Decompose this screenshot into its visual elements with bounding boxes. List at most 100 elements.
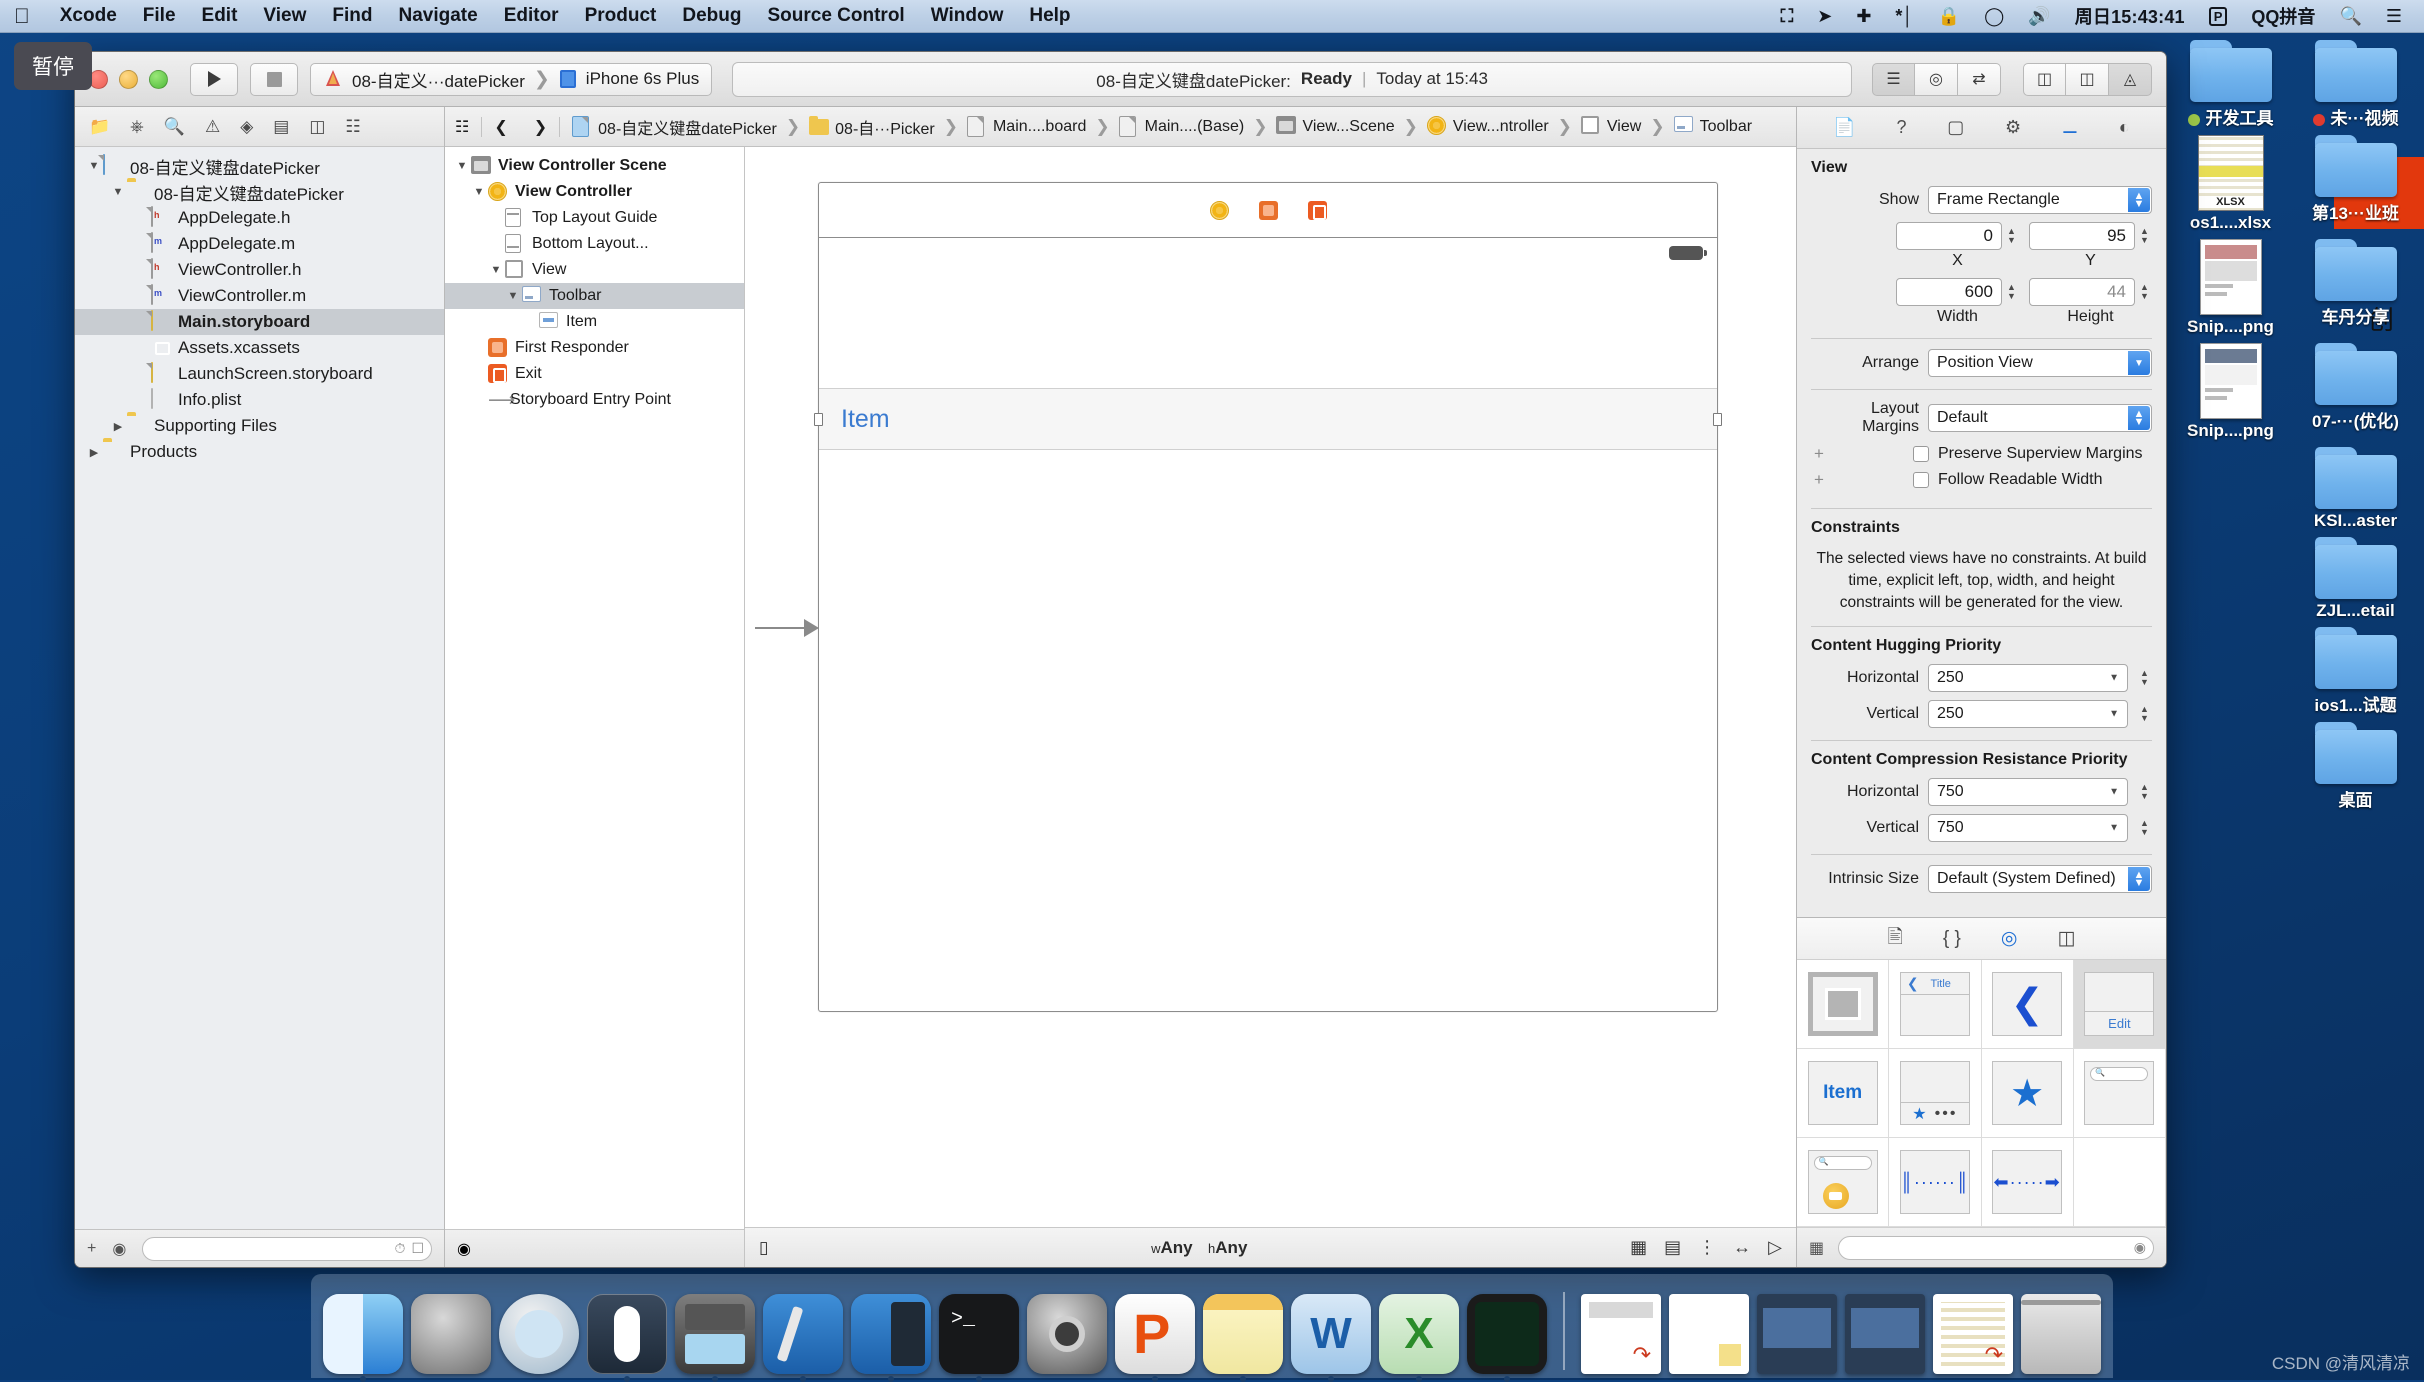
- width-field[interactable]: 600: [1896, 278, 2002, 306]
- code-snippet-library-tab[interactable]: { }: [1943, 928, 1961, 950]
- dock-terminal-icon[interactable]: >_: [939, 1294, 1019, 1374]
- project-navigator-tree[interactable]: ▼08-自定义键盘datePicker▼08-自定义键盘datePickerhA…: [75, 147, 444, 1229]
- toolbar-widget[interactable]: Item: [819, 388, 1717, 450]
- attributes-inspector-tab[interactable]: ⚙: [2005, 117, 2021, 138]
- breadcrumb-item[interactable]: View...ntroller: [1427, 116, 1549, 137]
- desktop-icon[interactable]: ios1...试题: [2293, 627, 2418, 722]
- disclosure-triangle-icon[interactable]: ▶: [85, 446, 103, 459]
- chevron-updown-icon[interactable]: ▲▼: [2128, 188, 2150, 212]
- back-button[interactable]: ❮: [494, 117, 507, 137]
- navigator-row[interactable]: mAppDelegate.m: [75, 231, 444, 257]
- dock-screenshot2-icon[interactable]: [1845, 1294, 1925, 1374]
- disclosure-triangle-icon[interactable]: ▶: [109, 420, 127, 433]
- pin-icon[interactable]: ↔: [1733, 1237, 1751, 1258]
- menu-item-window[interactable]: Window: [918, 5, 1017, 27]
- library-item-star-bar-item[interactable]: ★: [1982, 1049, 2074, 1138]
- dock-document-icon[interactable]: ↷: [1581, 1294, 1661, 1374]
- hugging-v-stepper[interactable]: ▲▼: [2137, 700, 2152, 728]
- desktop-icon[interactable]: KSI...aster: [2293, 447, 2418, 537]
- bar-button-item-label[interactable]: Item: [841, 405, 890, 434]
- hugging-v-combo[interactable]: 250 ▼: [1928, 700, 2128, 728]
- size-inspector-tab[interactable]: ⚊: [2062, 117, 2078, 138]
- library-item-toolbar[interactable]: ★•••: [1889, 1049, 1981, 1138]
- desktop-icon[interactable]: 07-···(优化): [2293, 343, 2418, 447]
- add-constraint-icon[interactable]: +: [1811, 444, 1827, 464]
- compression-h-stepper[interactable]: ▲▼: [2137, 778, 2152, 806]
- update-frames-icon[interactable]: ▦: [1630, 1237, 1647, 1258]
- navigator-row[interactable]: hAppDelegate.h: [75, 205, 444, 231]
- grid-view-icon[interactable]: ▦: [1809, 1238, 1824, 1258]
- desktop-icon[interactable]: ZJL...etail: [2293, 537, 2418, 627]
- dock-xcode-beta-icon[interactable]: [851, 1294, 931, 1374]
- identity-inspector-tab[interactable]: ▢: [1947, 117, 1964, 138]
- desktop-icon[interactable]: Snip....png: [2168, 239, 2293, 343]
- quick-help-tab[interactable]: ?: [1897, 117, 1907, 138]
- screen-recording-icon[interactable]: ⛶: [1769, 6, 1806, 27]
- device-preview-icon[interactable]: ▯: [759, 1238, 768, 1258]
- menu-item-navigate[interactable]: Navigate: [385, 5, 490, 27]
- navigator-row[interactable]: Info.plist: [75, 387, 444, 413]
- library-item-back-button[interactable]: ❮: [1982, 960, 2074, 1049]
- document-outline-tree[interactable]: ▼View Controller Scene▼View ControllerTo…: [445, 147, 744, 1229]
- width-stepper[interactable]: ▲▼: [2004, 278, 2019, 306]
- y-field[interactable]: 95: [2029, 222, 2135, 250]
- zoom-button[interactable]: [149, 70, 168, 89]
- object-library-grid[interactable]: ❮Title ❮ Edit Item ★•••: [1797, 960, 2166, 1227]
- forward-button[interactable]: ❯: [534, 117, 547, 137]
- layout-margins-popup[interactable]: Default ▲▼: [1928, 404, 2152, 432]
- view-controller-scene[interactable]: Item: [818, 182, 1718, 1012]
- hugging-h-combo[interactable]: 250 ▼: [1928, 664, 2128, 692]
- location-icon[interactable]: ➤: [1805, 6, 1844, 27]
- input-method-label[interactable]: QQ拼音: [2239, 3, 2327, 29]
- height-stepper[interactable]: ▲▼: [2137, 278, 2152, 306]
- menu-item-product[interactable]: Product: [572, 5, 670, 27]
- dock-simulator-icon[interactable]: [1467, 1294, 1547, 1374]
- size-class-indicator[interactable]: wAny hAny: [768, 1238, 1630, 1258]
- show-popup[interactable]: Frame Rectangle ▲▼: [1928, 186, 2152, 214]
- navigator-row[interactable]: ▶Products: [75, 439, 444, 465]
- intrinsic-popup[interactable]: Default (System Defined) ▲▼: [1928, 865, 2152, 893]
- desktop-icon[interactable]: Snip....png: [2168, 343, 2293, 447]
- navigator-row[interactable]: ▶Supporting Files: [75, 413, 444, 439]
- x-field[interactable]: 0: [1896, 222, 2002, 250]
- volume-icon[interactable]: 🔊: [2016, 6, 2062, 27]
- chevron-updown-icon[interactable]: ▲▼: [2128, 406, 2150, 430]
- wifi-icon[interactable]: ◯: [1972, 6, 2016, 27]
- breakpoint-navigator-icon[interactable]: ◫: [309, 117, 325, 137]
- library-item-navigation-item[interactable]: Edit: [2074, 960, 2166, 1049]
- resize-handle-right[interactable]: [1713, 413, 1722, 426]
- dock-notes-icon[interactable]: [1203, 1294, 1283, 1374]
- chevron-updown-icon[interactable]: ▲▼: [2128, 867, 2150, 891]
- chevron-down-icon[interactable]: ▼: [2109, 709, 2119, 720]
- desktop-icon[interactable]: 第13···业班: [2293, 135, 2418, 239]
- library-item-view[interactable]: [1797, 960, 1889, 1049]
- test-navigator-icon[interactable]: ◈: [240, 117, 253, 137]
- dock-finder-icon[interactable]: [323, 1294, 403, 1374]
- lock-icon[interactable]: 🔒: [1926, 6, 1972, 27]
- outline-row[interactable]: ▼View Controller: [445, 179, 744, 205]
- navigator-row[interactable]: hViewController.h: [75, 257, 444, 283]
- library-item-fixed-space[interactable]: ║······║: [1889, 1138, 1981, 1227]
- storyboard-canvas[interactable]: Item ▯ wAny hAny: [745, 147, 1796, 1267]
- dock-dashboard-icon[interactable]: [587, 1294, 667, 1374]
- airdrop-icon[interactable]: ✚: [1844, 6, 1883, 27]
- breadcrumb-item[interactable]: View...Scene: [1276, 116, 1394, 137]
- dock-keynote-icon[interactable]: P: [1115, 1294, 1195, 1374]
- bluetooth-icon[interactable]: *│: [1883, 6, 1925, 27]
- menu-item-view[interactable]: View: [250, 5, 319, 27]
- library-item-search-display-controller[interactable]: 🔍: [1797, 1138, 1889, 1227]
- scheme-selector[interactable]: 08-自定义···datePicker ❯ iPhone 6s Plus: [310, 63, 712, 96]
- input-method-badge[interactable]: P: [2197, 7, 2240, 26]
- desktop-icon[interactable]: 开发工具: [2168, 40, 2293, 135]
- menu-item-help[interactable]: Help: [1016, 5, 1083, 27]
- navigator-row[interactable]: ▼08-自定义键盘datePicker: [75, 179, 444, 205]
- outline-row[interactable]: ▼View Controller Scene: [445, 153, 744, 179]
- menu-bar-clock[interactable]: 周日15:43:41: [2063, 3, 2197, 29]
- outline-row[interactable]: ⟶Storyboard Entry Point: [445, 387, 744, 413]
- dock-xcode-icon[interactable]: [763, 1294, 843, 1374]
- breadcrumb-item[interactable]: 08-自定义键盘datePicker: [572, 115, 777, 139]
- menu-item-editor[interactable]: Editor: [491, 5, 572, 27]
- preserve-superview-margins-checkbox[interactable]: [1913, 446, 1929, 462]
- exit-icon[interactable]: [1308, 201, 1327, 220]
- breadcrumb-item[interactable]: Main....(Base): [1119, 116, 1245, 137]
